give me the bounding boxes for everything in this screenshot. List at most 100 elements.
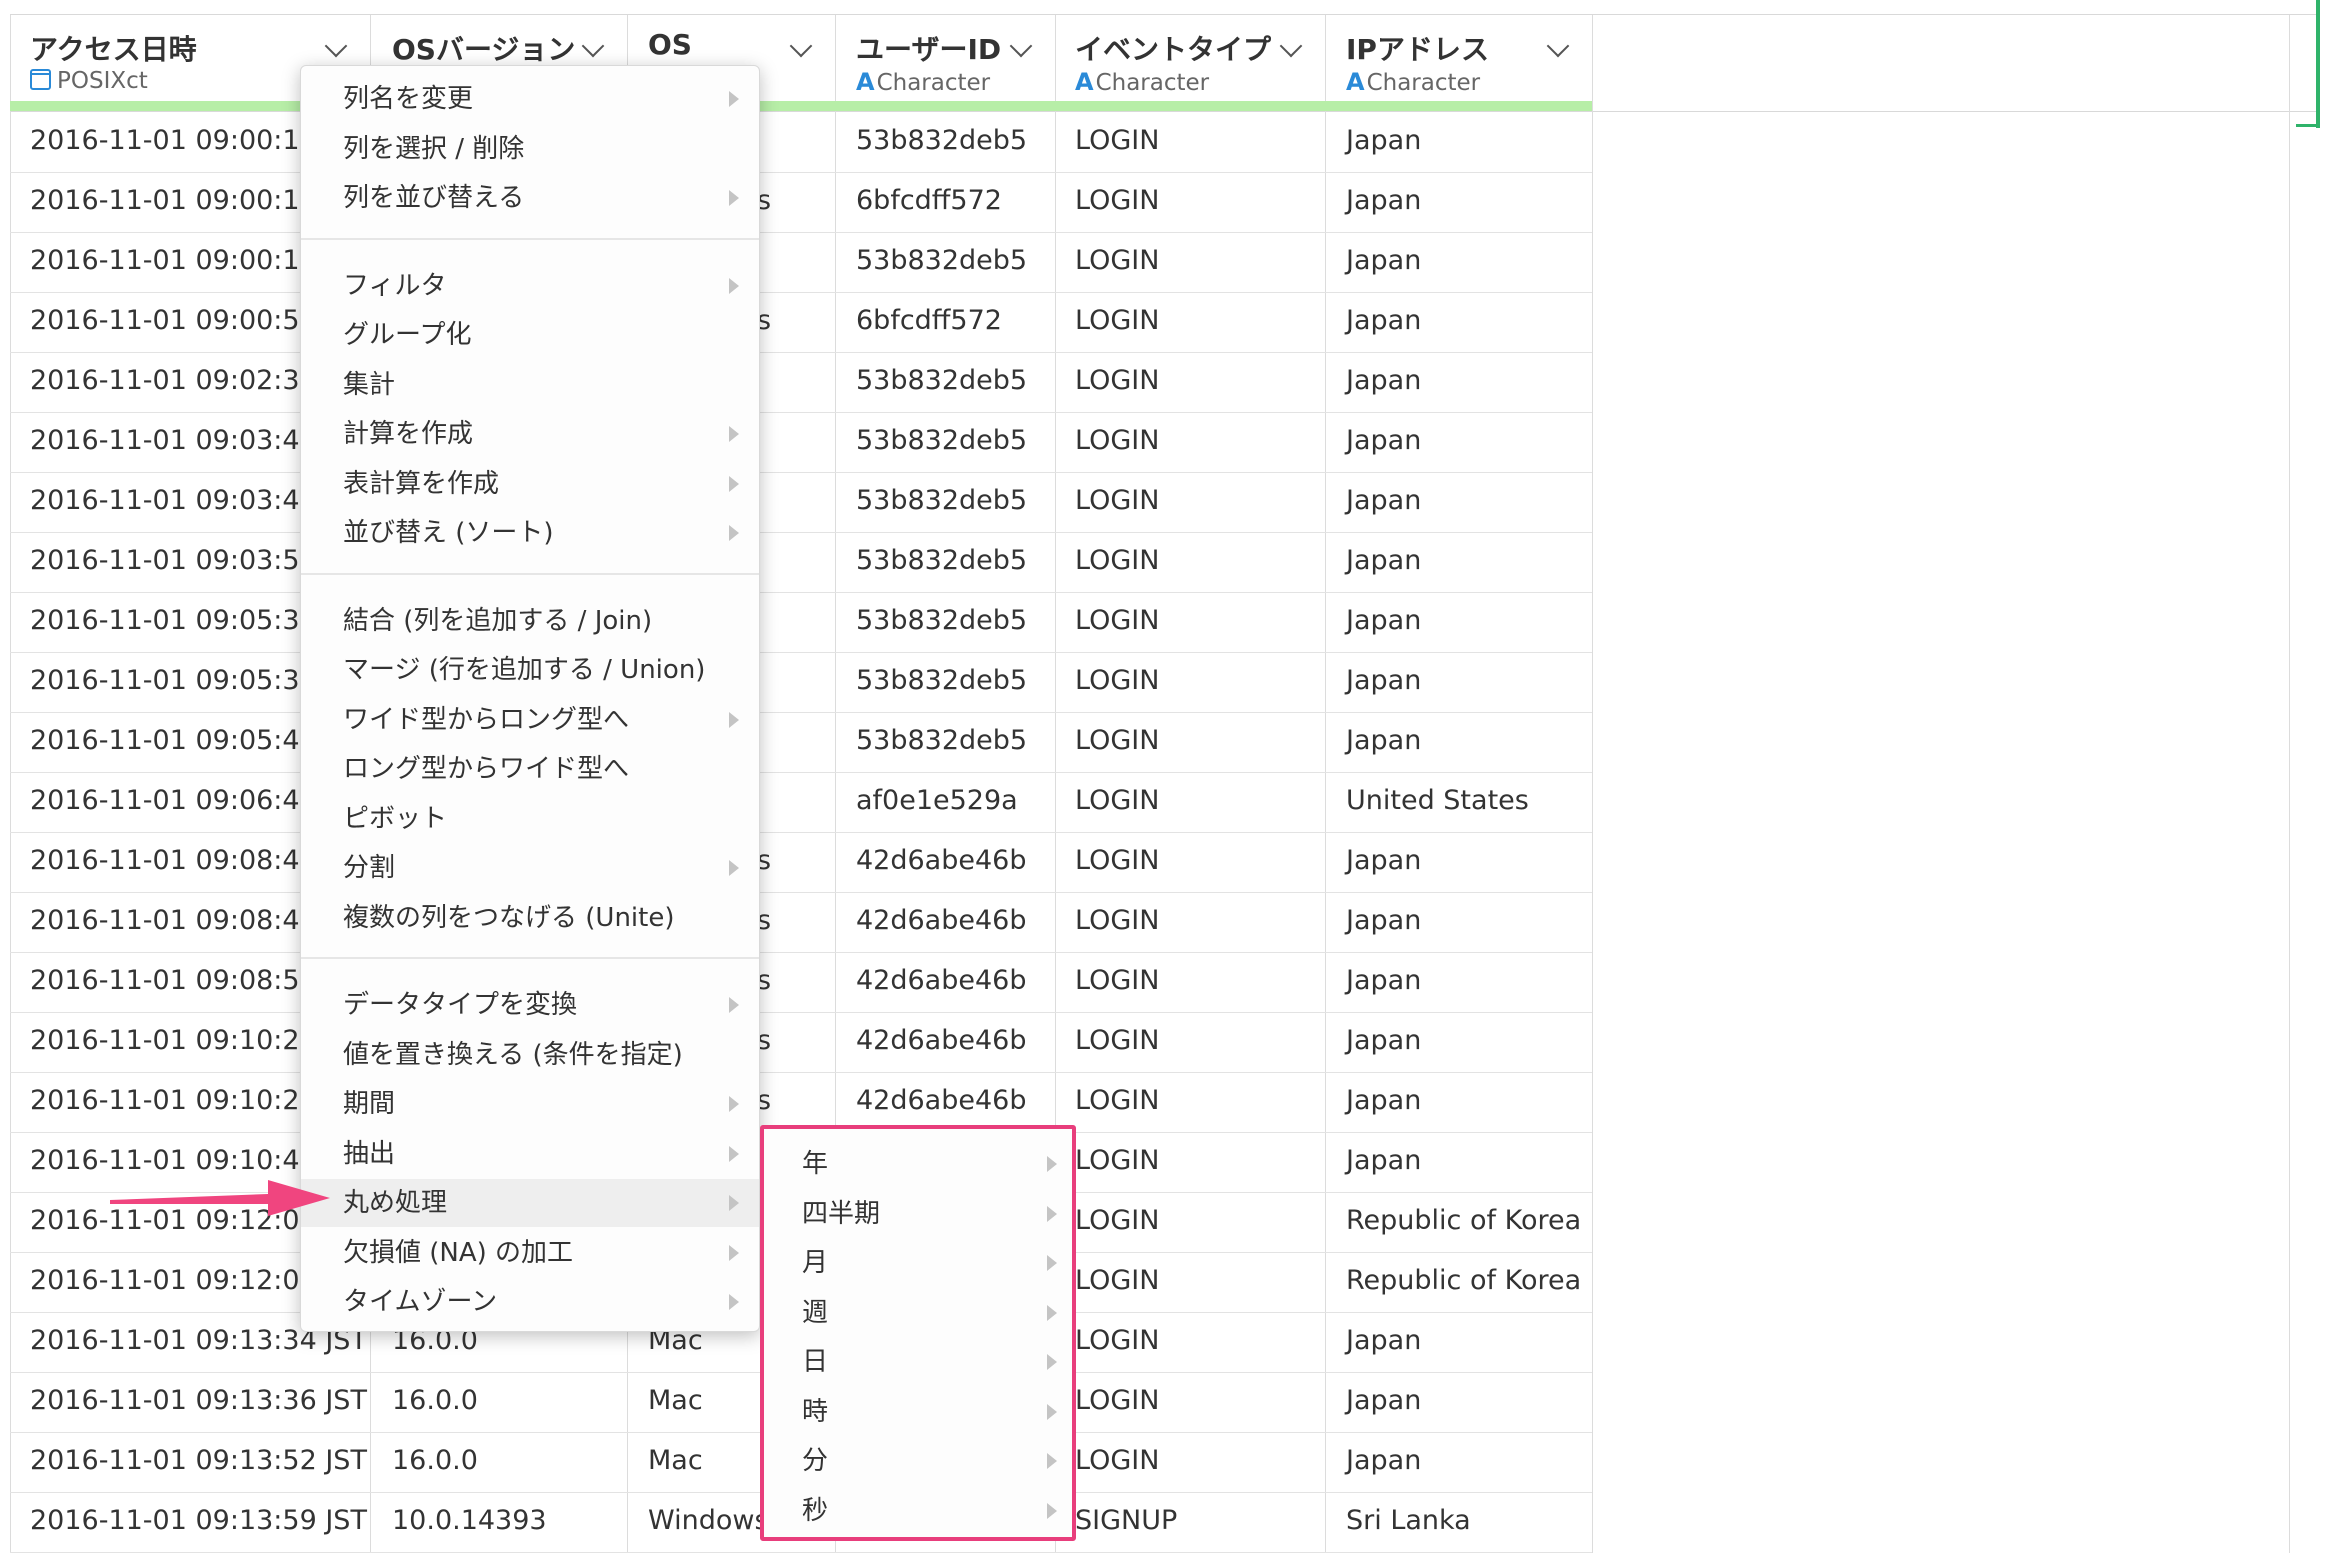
table-cell[interactable]: LOGIN xyxy=(1075,1025,1159,1056)
table-cell[interactable]: United States xyxy=(1346,785,1529,816)
table-cell[interactable]: 53b832deb5 xyxy=(856,245,1027,276)
table-cell[interactable]: 2016-11-01 09:00:15 xyxy=(30,245,317,276)
submenu-item[interactable]: 分 xyxy=(764,1438,1072,1484)
menu-item[interactable]: 表計算を作成 xyxy=(301,460,759,508)
submenu-item[interactable]: 年 xyxy=(764,1141,1072,1187)
menu-item[interactable]: ロング型からワイド型へ xyxy=(301,745,759,793)
table-cell[interactable]: 2016-11-01 09:12:02 xyxy=(30,1265,317,1296)
table-cell[interactable]: 2016-11-01 09:02:34 xyxy=(30,365,317,396)
column-header-title[interactable]: イベントタイプ xyxy=(1075,28,1271,68)
menu-item[interactable]: 分割 xyxy=(301,844,759,892)
table-cell[interactable]: LOGIN xyxy=(1075,425,1159,456)
menu-item[interactable]: 期間 xyxy=(301,1080,759,1128)
table-cell[interactable]: Mac xyxy=(648,1385,703,1416)
menu-item[interactable]: ワイド型からロング型へ xyxy=(301,696,759,744)
table-cell[interactable]: LOGIN xyxy=(1075,785,1159,816)
table-cell[interactable]: LOGIN xyxy=(1075,1265,1159,1296)
table-cell[interactable]: 53b832deb5 xyxy=(856,485,1027,516)
table-cell[interactable]: Japan xyxy=(1346,1445,1421,1476)
table-cell[interactable]: 2016-11-01 09:05:37 xyxy=(30,665,317,696)
table-cell[interactable]: LOGIN xyxy=(1075,545,1159,576)
table-cell[interactable]: 53b832deb5 xyxy=(856,365,1027,396)
table-cell[interactable]: 2016-11-01 09:00:12 xyxy=(30,125,317,156)
table-cell[interactable]: LOGIN xyxy=(1075,305,1159,336)
table-cell[interactable]: 10.0.14393 xyxy=(392,1505,547,1536)
table-cell[interactable]: 2016-11-01 09:03:42 xyxy=(30,425,317,456)
table-cell[interactable]: LOGIN xyxy=(1075,245,1159,276)
table-cell[interactable]: 2016-11-01 09:00:59 xyxy=(30,305,317,336)
menu-item[interactable]: 集計 xyxy=(301,361,759,409)
table-cell[interactable]: LOGIN xyxy=(1075,845,1159,876)
table-cell[interactable]: Japan xyxy=(1346,245,1421,276)
chevron-down-icon[interactable] xyxy=(789,34,813,58)
table-cell[interactable]: 2016-11-01 09:13:52 JST xyxy=(30,1445,367,1476)
table-cell[interactable]: LOGIN xyxy=(1075,965,1159,996)
table-cell[interactable]: 53b832deb5 xyxy=(856,665,1027,696)
submenu-item[interactable]: 時 xyxy=(764,1389,1072,1435)
column-header-title[interactable]: アクセス日時 xyxy=(30,28,197,68)
column-header-title[interactable]: ユーザーID xyxy=(856,28,1001,68)
table-cell[interactable]: Japan xyxy=(1346,1145,1421,1176)
table-cell[interactable]: Japan xyxy=(1346,1385,1421,1416)
table-cell[interactable]: LOGIN xyxy=(1075,1085,1159,1116)
table-cell[interactable]: LOGIN xyxy=(1075,725,1159,756)
table-cell[interactable]: LOGIN xyxy=(1075,665,1159,696)
table-cell[interactable]: 2016-11-01 09:08:56 xyxy=(30,965,317,996)
menu-item[interactable]: データタイプを変換 xyxy=(301,981,759,1029)
table-cell[interactable]: 2016-11-01 09:06:41 xyxy=(30,785,317,816)
menu-item[interactable]: 列を並び替える xyxy=(301,174,759,222)
table-cell[interactable]: Japan xyxy=(1346,845,1421,876)
table-cell[interactable]: Sri Lanka xyxy=(1346,1505,1471,1536)
menu-item[interactable]: 複数の列をつなげる (Unite) xyxy=(301,894,759,942)
chevron-down-icon[interactable] xyxy=(1279,34,1303,58)
table-cell[interactable]: LOGIN xyxy=(1075,485,1159,516)
menu-item[interactable]: 並び替え (ソート) xyxy=(301,509,759,557)
table-cell[interactable]: Republic of Korea xyxy=(1346,1205,1581,1236)
table-cell[interactable]: Japan xyxy=(1346,1325,1421,1356)
table-cell[interactable]: 2016-11-01 09:13:59 JST xyxy=(30,1505,367,1536)
table-cell[interactable]: 16.0.0 xyxy=(392,1385,478,1416)
table-cell[interactable]: Japan xyxy=(1346,725,1421,756)
table-cell[interactable]: Japan xyxy=(1346,425,1421,456)
menu-item[interactable]: 結合 (列を追加する / Join) xyxy=(301,597,759,645)
chevron-down-icon[interactable] xyxy=(1546,34,1570,58)
table-cell[interactable]: LOGIN xyxy=(1075,1145,1159,1176)
menu-item[interactable]: 計算を作成 xyxy=(301,410,759,458)
column-header-title[interactable]: OSバージョン xyxy=(392,28,575,68)
table-cell[interactable]: 2016-11-01 09:00:13 xyxy=(30,185,317,216)
table-cell[interactable]: 42d6abe46b xyxy=(856,845,1026,876)
column-header-title[interactable]: OS xyxy=(648,28,692,61)
table-cell[interactable]: Windows xyxy=(648,1505,769,1536)
table-cell[interactable]: 6bfcdff572 xyxy=(856,185,1002,216)
menu-item[interactable]: 値を置き換える (条件を指定) xyxy=(301,1031,759,1079)
submenu-item[interactable]: 月 xyxy=(764,1240,1072,1286)
menu-item[interactable]: タイムゾーン xyxy=(301,1278,759,1326)
table-cell[interactable]: Japan xyxy=(1346,365,1421,396)
table-cell[interactable]: 16.0.0 xyxy=(392,1445,478,1476)
table-cell[interactable]: 53b832deb5 xyxy=(856,605,1027,636)
table-cell[interactable]: Japan xyxy=(1346,965,1421,996)
menu-item[interactable]: 欠損値 (NA) の加工 xyxy=(301,1229,759,1277)
table-cell[interactable]: Republic of Korea xyxy=(1346,1265,1581,1296)
table-cell[interactable]: 2016-11-01 09:05:48 xyxy=(30,725,317,756)
chevron-down-icon[interactable] xyxy=(1009,34,1033,58)
menu-item[interactable]: フィルタ xyxy=(301,262,759,310)
table-cell[interactable]: 42d6abe46b xyxy=(856,1085,1026,1116)
table-cell[interactable]: 2016-11-01 09:13:36 JST xyxy=(30,1385,367,1416)
table-cell[interactable]: SIGNUP xyxy=(1075,1505,1177,1536)
table-cell[interactable]: 2016-11-01 09:10:28 xyxy=(30,1085,317,1116)
menu-item[interactable]: グループ化 xyxy=(301,311,759,359)
table-cell[interactable]: 53b832deb5 xyxy=(856,425,1027,456)
table-cell[interactable]: 53b832deb5 xyxy=(856,125,1027,156)
table-cell[interactable]: 2016-11-01 09:10:27 xyxy=(30,1025,317,1056)
table-cell[interactable]: LOGIN xyxy=(1075,605,1159,636)
menu-item[interactable]: 丸め処理 xyxy=(301,1179,759,1227)
table-cell[interactable]: 2016-11-01 09:08:43 xyxy=(30,845,317,876)
table-cell[interactable]: Japan xyxy=(1346,545,1421,576)
table-cell[interactable]: LOGIN xyxy=(1075,1205,1159,1236)
menu-item[interactable]: ピボット xyxy=(301,795,759,843)
submenu-item[interactable]: 週 xyxy=(764,1290,1072,1336)
table-cell[interactable]: 6bfcdff572 xyxy=(856,305,1002,336)
table-cell[interactable]: 42d6abe46b xyxy=(856,965,1026,996)
table-cell[interactable]: Japan xyxy=(1346,185,1421,216)
